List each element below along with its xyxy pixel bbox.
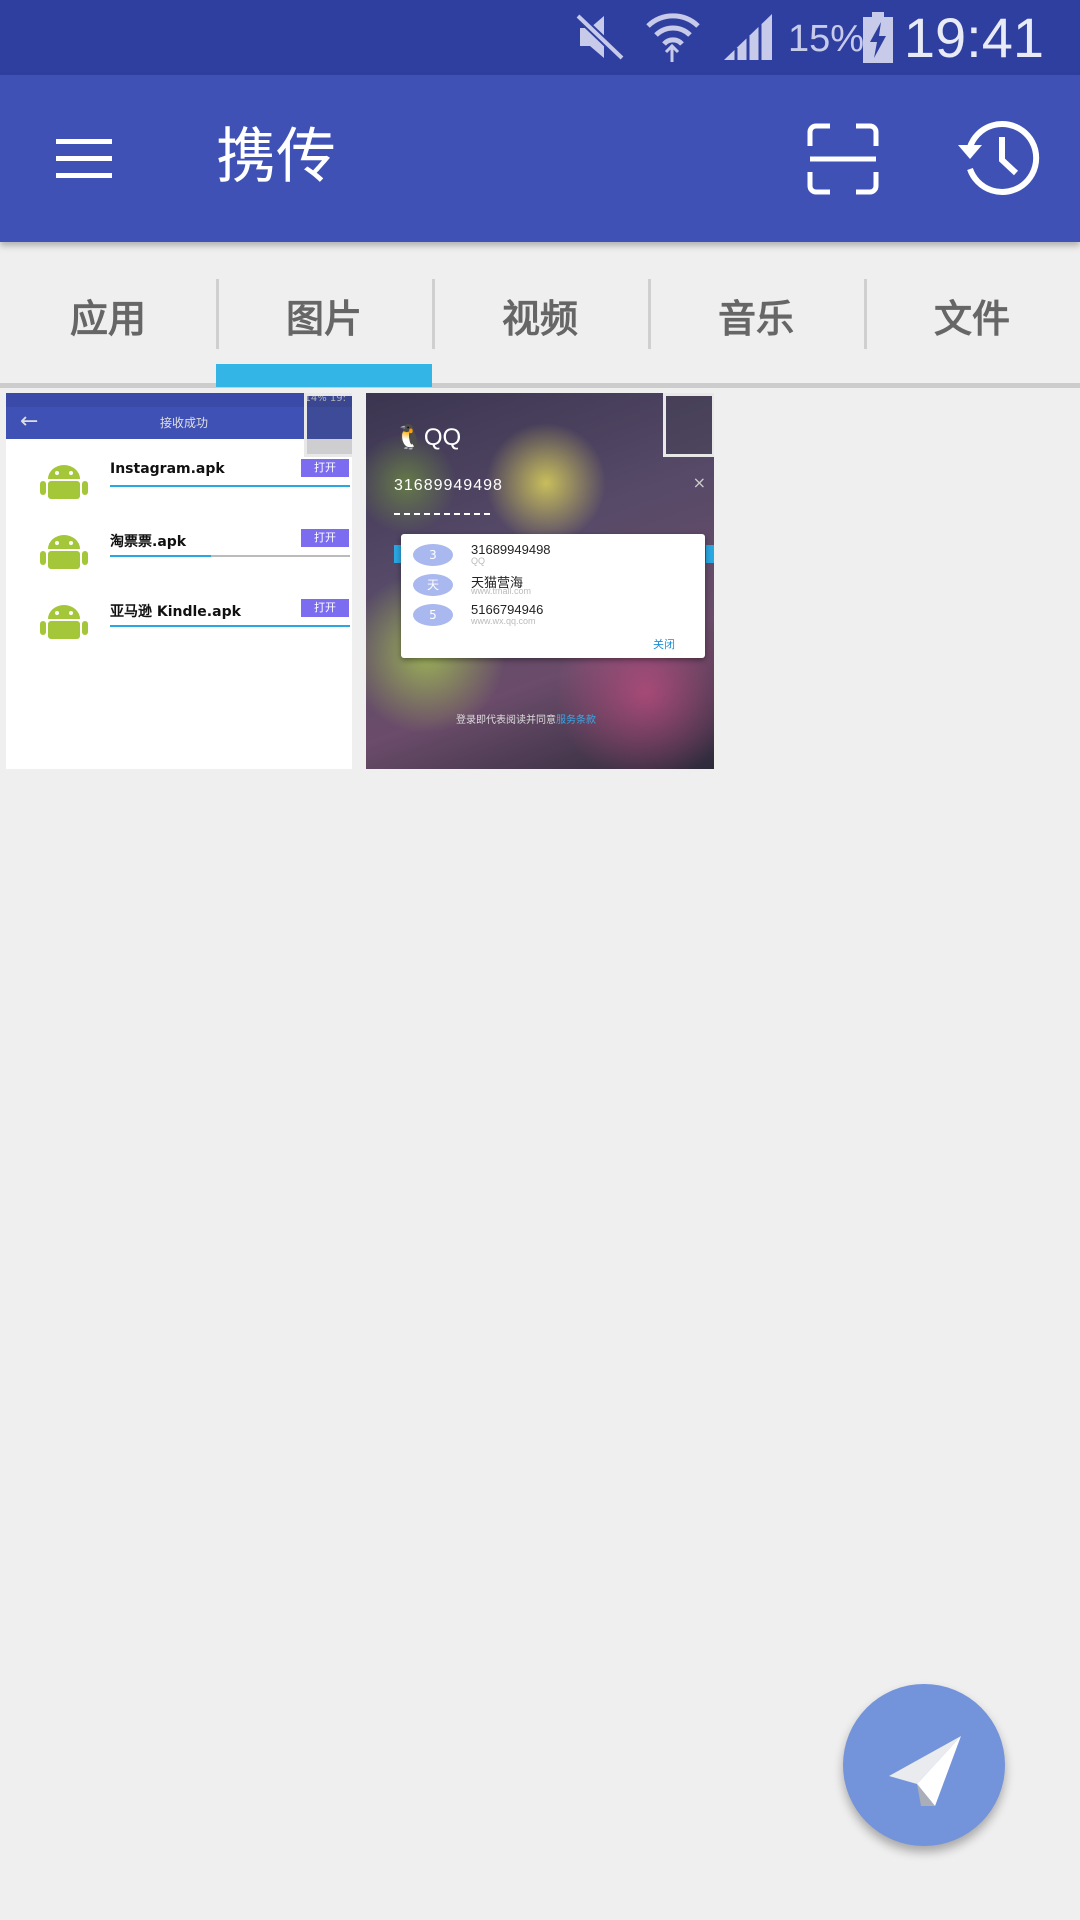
progress-fill [110,555,211,557]
list-item: Instagram.apk 打开 [6,455,352,525]
tab-apps[interactable]: 应用 [0,243,216,388]
account-name: 5166794946 [471,602,544,617]
list-item: 亚马逊 Kindle.apk 打开 [6,595,352,665]
terms-prefix: 登录即代表阅读并同意 [456,715,556,726]
image-thumbnail[interactable]: 14% 19: ← 接收成功 Instagram.apk 打开 淘票票.apk … [6,393,352,769]
account-popup: 3 31689949498 QQ 天 天猫营海 www.tmall.com 5 … [401,534,705,658]
scan-icon[interactable] [806,122,880,196]
send-paper-plane-icon [889,1736,961,1806]
account-item: 3 31689949498 QQ [413,542,693,570]
progress-bar [110,555,350,557]
tab-pictures-label: 图片 [285,297,362,341]
progress-bar [110,485,350,487]
open-button: 打开 [301,599,349,617]
account-name: 31689949498 [471,542,551,557]
account-avatar: 5 [413,604,453,626]
send-button[interactable] [843,1684,1005,1846]
thumb-status-bar: 14% 19: [6,393,352,407]
qq-account-field: 31689949498 [394,477,503,494]
mute-icon [575,13,625,61]
open-button: 打开 [301,459,349,477]
status-bar: 15% 19:41 [0,0,1080,75]
tab-music[interactable]: 音乐 [648,243,864,388]
qq-logo: 🐧QQ [394,424,462,451]
wifi-icon [646,13,700,62]
terms-link: 服务条款 [556,715,596,726]
history-icon[interactable] [954,117,1042,199]
tab-videos-label: 视频 [501,297,578,341]
progress-bar [110,625,350,627]
tab-files[interactable]: 文件 [864,243,1080,388]
android-icon [40,465,88,499]
battery-percent: 15% [788,18,865,60]
account-sub: QQ [471,556,486,566]
progress-fill [110,485,350,487]
progress-fill [110,625,350,627]
menu-icon[interactable] [54,135,114,183]
open-button: 打开 [301,529,349,547]
tab-divider [0,383,1080,388]
account-avatar: 3 [413,544,453,566]
clock: 19:41 [903,6,1044,69]
back-arrow-icon: ← [20,409,39,434]
list-item: 淘票票.apk 打开 [6,525,352,595]
tab-videos[interactable]: 视频 [432,243,648,388]
select-checkbox[interactable] [304,393,352,457]
file-name: 亚马逊 Kindle.apk [110,604,241,620]
terms-text: 登录即代表阅读并同意服务条款 [456,711,596,726]
app-bar: 携传 [0,75,1080,242]
popup-close-link: 关闭 [653,638,675,651]
close-icon: × [692,473,706,492]
file-name: 淘票票.apk [110,534,187,550]
account-avatar: 天 [413,574,453,596]
account-sub: www.tmall.com [471,586,532,596]
qq-logo-text: QQ [423,424,462,451]
tab-indicator [216,364,432,387]
tab-apps-label: 应用 [69,297,146,341]
thumb-header-title: 接收成功 [160,416,209,430]
app-title: 携传 [216,122,336,192]
tab-files-label: 文件 [933,297,1010,341]
battery-charging-icon [863,12,893,63]
select-checkbox[interactable] [663,393,714,457]
tab-bar: 应用 图片 视频 音乐 文件 [0,243,1080,388]
login-button-edge [706,545,714,563]
tab-music-label: 音乐 [717,297,794,341]
android-icon [40,535,88,569]
password-dots [394,513,490,515]
account-sub: www.wx.qq.com [471,616,536,626]
account-item: 5 5166794946 www.wx.qq.com [413,602,693,630]
account-item: 天 天猫营海 www.tmall.com [413,572,693,600]
file-name: Instagram.apk [110,461,225,477]
thumb-header: ← 接收成功 [6,407,352,439]
image-thumbnail[interactable]: 🐧QQ 31689949498 × 3 31689949498 QQ 天 天猫营… [366,393,714,769]
signal-icon [724,14,772,60]
android-icon [40,605,88,639]
